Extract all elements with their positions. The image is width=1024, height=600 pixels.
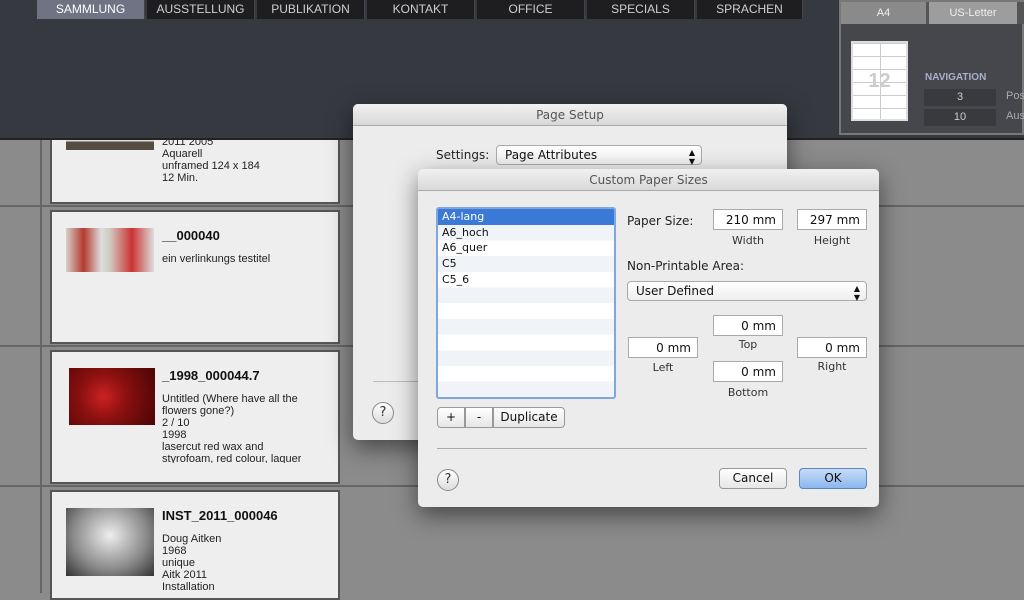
height-label: Height (813, 234, 851, 247)
settings-popup[interactable]: Page Attributes ▲ ▼ (496, 145, 702, 166)
card-title[interactable]: INST_2011_000046 (162, 508, 278, 523)
duplicate-button[interactable]: Duplicate (493, 407, 565, 428)
custom-paper-sizes-dialog: Custom Paper Sizes A4-lang A6_hoch A6_qu… (418, 169, 879, 507)
label-sheet-preview: 12 (851, 41, 908, 121)
add-button[interactable]: + (437, 407, 465, 428)
dialog-title: Custom Paper Sizes (418, 169, 879, 191)
width-label: Width (732, 234, 764, 247)
navigation-title: NAVIGATION (925, 72, 987, 83)
nav-kontakt[interactable]: KONTAKT (367, 0, 475, 19)
list-item[interactable]: A4-lang (438, 209, 614, 225)
pos-field[interactable]: 3 (924, 89, 996, 106)
npa-value: User Defined (636, 284, 714, 298)
right-field[interactable]: 0 mm (797, 337, 867, 358)
help-button[interactable]: ? (437, 469, 459, 491)
bottom-label: Bottom (727, 386, 769, 399)
nav-publikation[interactable]: PUBLIKATION (257, 0, 365, 19)
tab-us-letter[interactable]: US-Letter (929, 2, 1017, 24)
list-item[interactable]: C5 (438, 256, 614, 272)
card-details: Doug Aitken 1968 unique Aitk 2011 Instal… (162, 533, 222, 593)
left-label: Left (652, 361, 674, 374)
aus-field[interactable]: 10 (924, 109, 996, 126)
top-field[interactable]: 0 mm (713, 315, 783, 336)
non-printable-area-label: Non-Printable Area: (627, 259, 745, 273)
artwork-thumbnail (66, 228, 154, 272)
updown-icon: ▲ ▼ (853, 284, 860, 302)
list-item[interactable]: A6_quer (438, 240, 614, 256)
card-details: Untitled (Where have all the flowers gon… (162, 393, 302, 463)
nav-sammlung[interactable]: SAMMLUNG (37, 0, 145, 19)
card-title[interactable]: __000040 (162, 228, 220, 243)
ok-button[interactable]: OK (799, 468, 867, 489)
card-title[interactable]: _1998_000044.7 (162, 368, 260, 383)
label-count: 12 (868, 70, 891, 92)
nav-specials[interactable]: SPECIALS (587, 0, 695, 19)
settings-label: Settings: (436, 148, 490, 162)
nav-ausstellung[interactable]: AUSSTELLUNG (147, 0, 255, 19)
collection-card[interactable]: __000040 ein verlinkungs testitel (50, 210, 340, 344)
left-field[interactable]: 0 mm (628, 337, 698, 358)
help-button[interactable]: ? (372, 402, 394, 424)
paper-size-label: Paper Size: (627, 214, 694, 228)
right-label: Right (817, 360, 847, 373)
paper-size-list[interactable]: A4-lang A6_hoch A6_quer C5 C5_6 (436, 207, 616, 399)
collection-card[interactable]: _1998_000044.7 Untitled (Where have all … (50, 350, 340, 484)
cancel-button[interactable]: Cancel (719, 468, 787, 489)
width-field[interactable]: 210 mm (713, 209, 783, 230)
pos-label: Pos (1006, 90, 1024, 102)
card-details: 2011 2005 Aquarell unframed 124 x 184 12… (162, 136, 260, 184)
collection-card[interactable]: INST_2011_000046 Doug Aitken 1968 unique… (50, 490, 340, 600)
list-item[interactable]: C5_6 (438, 272, 614, 288)
artwork-thumbnail (66, 508, 154, 576)
non-printable-area-popup[interactable]: User Defined ▲ ▼ (627, 281, 867, 302)
artwork-thumbnail (69, 368, 155, 425)
remove-button[interactable]: - (465, 407, 493, 428)
tab-a4[interactable]: A4 (841, 2, 926, 24)
bottom-field[interactable]: 0 mm (713, 361, 783, 382)
settings-value: Page Attributes (505, 148, 598, 162)
nav-office[interactable]: OFFICE (477, 0, 585, 19)
height-field[interactable]: 297 mm (797, 209, 867, 230)
aus-label: Aus (1006, 110, 1024, 122)
top-label: Top (738, 338, 758, 351)
dialog-title: Page Setup (353, 104, 787, 126)
print-panel: A4 US-Letter 12 NAVIGATION 3 Pos 10 Aus (839, 0, 1024, 135)
list-item[interactable]: A6_hoch (438, 225, 614, 241)
card-details: ein verlinkungs testitel (162, 253, 271, 265)
updown-icon: ▲ ▼ (688, 148, 695, 166)
nav-sprachen[interactable]: SPRACHEN (697, 0, 803, 19)
